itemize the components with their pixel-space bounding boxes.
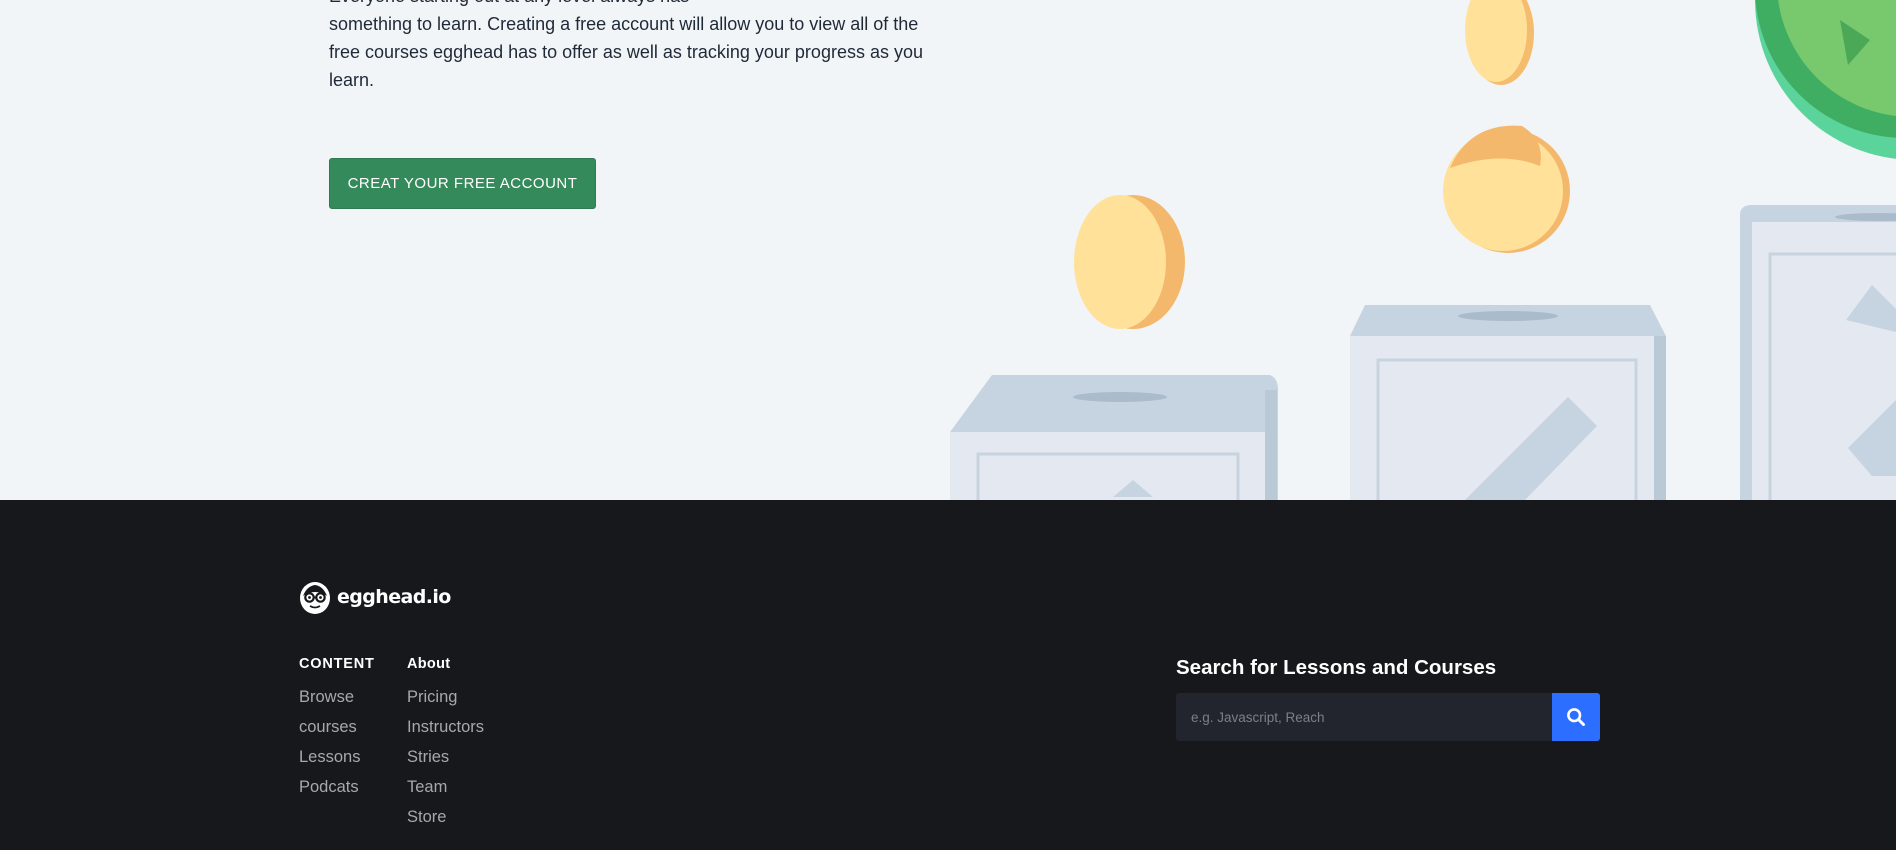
box-left: [950, 375, 1278, 500]
footer-link-stories[interactable]: Stries: [407, 742, 517, 772]
hero-description-line: free courses egghead has to offer as wel…: [329, 42, 923, 62]
footer-link-pricing[interactable]: Pricing: [407, 682, 517, 712]
egghead-logo-icon: [300, 582, 330, 614]
content-heading: CONTENT: [299, 656, 375, 672]
search-input[interactable]: [1176, 693, 1552, 741]
footer-search-form: [1176, 693, 1600, 741]
about-heading: About: [407, 656, 451, 672]
search-icon: [1567, 708, 1585, 726]
logo-text: egghead.io: [337, 586, 451, 608]
footer-link-podcasts[interactable]: Podcats: [299, 772, 389, 802]
falling-coin-top: [1465, 0, 1534, 85]
coins-and-boxes-illustration: [950, 0, 1896, 500]
search-title: Search for Lessons and Courses: [1176, 656, 1497, 679]
falling-coin-left: [1074, 195, 1185, 329]
create-free-account-button[interactable]: CREAT YOUR FREE ACCOUNT: [329, 158, 596, 209]
falling-coin-middle: [1443, 125, 1570, 253]
footer-link-instructors[interactable]: Instructors: [407, 712, 517, 742]
footer-link-lessons[interactable]: Lessons: [299, 742, 389, 772]
hero-description-line: something to learn. Creating a free acco…: [329, 14, 919, 34]
footer-link-store[interactable]: Store: [407, 802, 517, 832]
hero-description: Everyone starting out at any level alway…: [329, 0, 949, 94]
footer-about-column: About Pricing Instructors Stries Team St…: [407, 656, 517, 832]
search-button[interactable]: [1552, 693, 1600, 741]
box-right: [1740, 205, 1896, 500]
hero-description-line: learn.: [329, 70, 375, 90]
site-footer: egghead.io CONTENT Browse courses Lesson…: [0, 500, 1896, 850]
footer-content-column: CONTENT Browse courses Lessons Podcats: [299, 656, 389, 802]
footer-link-browse[interactable]: Browse: [299, 682, 389, 712]
box-middle: [1350, 305, 1666, 500]
hero-section: Everyone starting out at any level alway…: [0, 0, 1896, 500]
hero-description-line: Everyone starting out at any level alway…: [329, 0, 949, 10]
footer-link-courses[interactable]: courses: [299, 712, 389, 742]
egghead-logo[interactable]: egghead.io: [299, 580, 451, 614]
footer-link-team[interactable]: Team: [407, 772, 517, 802]
green-coin-illustration: [1755, 0, 1896, 159]
